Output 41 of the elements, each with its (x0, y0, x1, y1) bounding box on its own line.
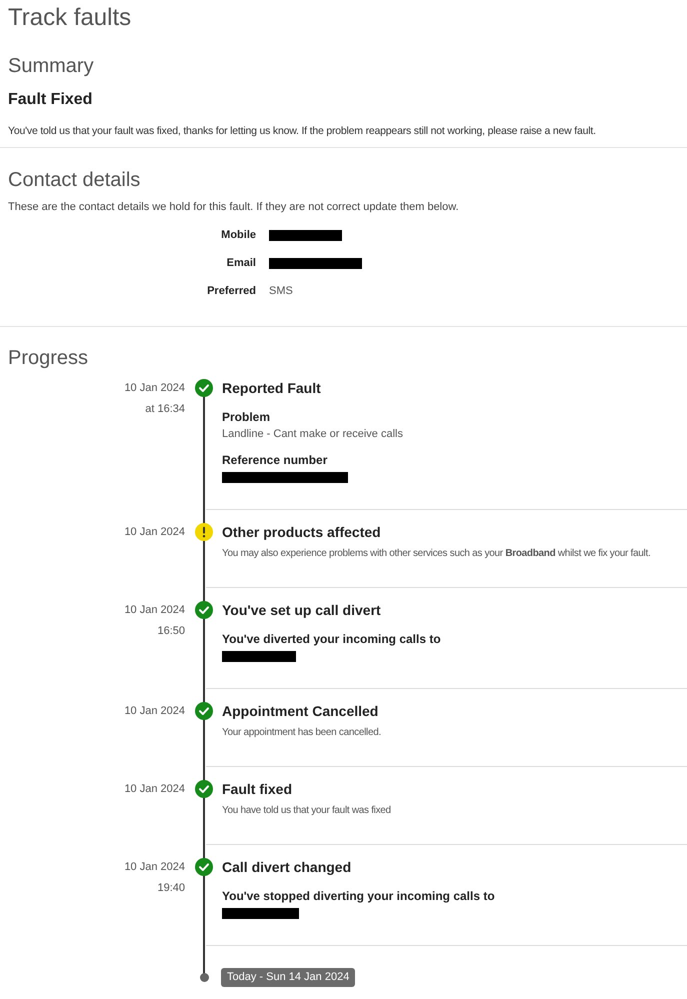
detail-label: You've stopped diverting your incoming calls to (222, 888, 496, 904)
detail-label: You've diverted your incoming calls to (222, 631, 442, 647)
event-message: You have told us that your fault was fixed (222, 804, 392, 818)
event-title: Other products affected (222, 523, 382, 541)
event-time: at 16:34 (144, 402, 185, 417)
event-time: 19:40 (156, 881, 185, 896)
event-date: 10 Jan 2024 (123, 860, 185, 875)
detail-label: Problem (222, 409, 272, 425)
section-heading: Progress (7, 346, 90, 371)
warning-icon (195, 523, 213, 541)
event-date: 10 Jan 2024 (123, 525, 185, 540)
summary-message: You've told us that your fault was fixed, thanks for letting us know. If the problem reappears still not working, please raise a new fault. (8, 124, 597, 139)
event-title: Fault fixed (222, 780, 294, 798)
detail-label: Reference number (222, 452, 328, 468)
check-icon (195, 858, 213, 876)
check-icon (195, 702, 213, 720)
field-value: SMS (269, 284, 293, 299)
check-icon (195, 780, 213, 798)
section-heading: Summary (8, 54, 95, 79)
event-date: 10 Jan 2024 (123, 603, 185, 618)
event-message: You may also experience problems with other services such as your Broadband whilst we fix your fault. (222, 547, 652, 561)
event-title: Call divert changed (222, 858, 352, 876)
contact-intro: These are the contact details we hold for this fault. If they are not correct update them below. (8, 200, 460, 214)
check-icon (195, 379, 213, 397)
field-label: Preferred (206, 284, 256, 299)
date-badge: Today - Sun 14 Jan 2024 (221, 968, 356, 987)
page-title: Track faults (8, 3, 132, 33)
field-label: Email (226, 256, 256, 271)
detail-value: Landline - Cant make or receive calls (222, 427, 404, 441)
event-date: 10 Jan 2024 (123, 704, 185, 719)
event-date: 10 Jan 2024 (123, 381, 185, 396)
event-title: Appointment Cancelled (222, 702, 380, 720)
section-heading: Contact details (8, 168, 142, 193)
event-time: 16:50 (156, 624, 185, 639)
check-icon (195, 601, 213, 619)
status-title: Fault Fixed (8, 90, 94, 110)
event-message: Your appointment has been cancelled. (222, 726, 382, 740)
event-date: 10 Jan 2024 (123, 782, 185, 797)
field-label: Mobile (220, 228, 256, 243)
event-title: Reported Fault (222, 379, 322, 397)
event-title: You've set up call divert (222, 601, 382, 619)
